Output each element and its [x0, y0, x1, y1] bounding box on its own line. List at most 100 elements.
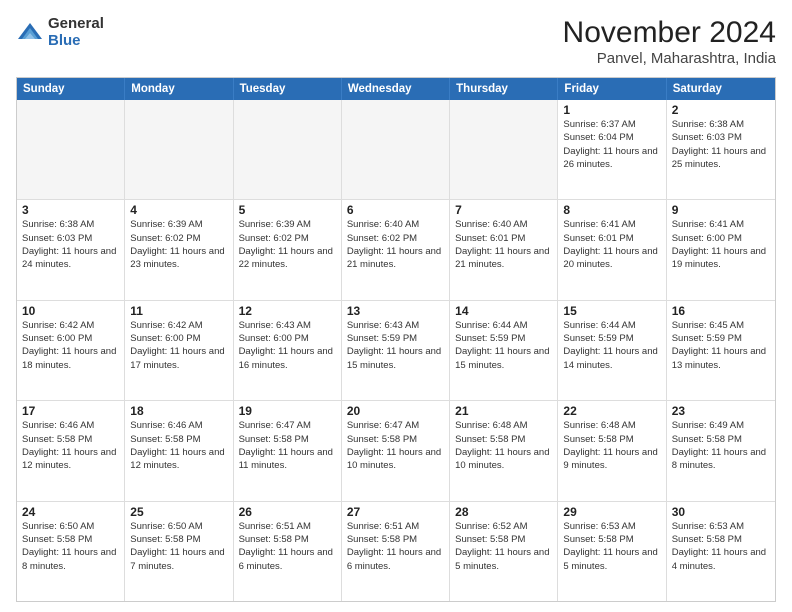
- day-info: Sunrise: 6:38 AM Sunset: 6:03 PM Dayligh…: [672, 118, 770, 171]
- logo-general-text: General: [48, 16, 104, 33]
- calendar-cell: [17, 100, 125, 199]
- title-block: November 2024 Panvel, Maharashtra, India: [563, 16, 776, 67]
- day-info: Sunrise: 6:53 AM Sunset: 5:58 PM Dayligh…: [563, 520, 660, 573]
- day-info: Sunrise: 6:49 AM Sunset: 5:58 PM Dayligh…: [672, 419, 770, 472]
- calendar-cell: 15Sunrise: 6:44 AM Sunset: 5:59 PM Dayli…: [558, 301, 666, 400]
- day-number: 23: [672, 404, 770, 418]
- day-number: 4: [130, 203, 227, 217]
- calendar-cell: [234, 100, 342, 199]
- calendar-cell: [450, 100, 558, 199]
- day-number: 3: [22, 203, 119, 217]
- subtitle: Panvel, Maharashtra, India: [563, 50, 776, 67]
- header-day-wednesday: Wednesday: [342, 78, 450, 100]
- day-info: Sunrise: 6:46 AM Sunset: 5:58 PM Dayligh…: [130, 419, 227, 472]
- calendar-cell: 29Sunrise: 6:53 AM Sunset: 5:58 PM Dayli…: [558, 502, 666, 601]
- day-info: Sunrise: 6:52 AM Sunset: 5:58 PM Dayligh…: [455, 520, 552, 573]
- calendar-row-2: 3Sunrise: 6:38 AM Sunset: 6:03 PM Daylig…: [17, 199, 775, 299]
- logo: General Blue: [16, 16, 104, 49]
- calendar-cell: 26Sunrise: 6:51 AM Sunset: 5:58 PM Dayli…: [234, 502, 342, 601]
- day-number: 30: [672, 505, 770, 519]
- day-number: 25: [130, 505, 227, 519]
- day-info: Sunrise: 6:37 AM Sunset: 6:04 PM Dayligh…: [563, 118, 660, 171]
- day-info: Sunrise: 6:50 AM Sunset: 5:58 PM Dayligh…: [130, 520, 227, 573]
- header-day-monday: Monday: [125, 78, 233, 100]
- calendar-cell: 30Sunrise: 6:53 AM Sunset: 5:58 PM Dayli…: [667, 502, 775, 601]
- calendar-cell: 2Sunrise: 6:38 AM Sunset: 6:03 PM Daylig…: [667, 100, 775, 199]
- day-number: 10: [22, 304, 119, 318]
- day-info: Sunrise: 6:39 AM Sunset: 6:02 PM Dayligh…: [130, 218, 227, 271]
- calendar-header: SundayMondayTuesdayWednesdayThursdayFrid…: [17, 78, 775, 100]
- calendar-cell: 18Sunrise: 6:46 AM Sunset: 5:58 PM Dayli…: [125, 401, 233, 500]
- calendar-cell: 11Sunrise: 6:42 AM Sunset: 6:00 PM Dayli…: [125, 301, 233, 400]
- calendar: SundayMondayTuesdayWednesdayThursdayFrid…: [16, 77, 776, 602]
- calendar-cell: 14Sunrise: 6:44 AM Sunset: 5:59 PM Dayli…: [450, 301, 558, 400]
- day-info: Sunrise: 6:50 AM Sunset: 5:58 PM Dayligh…: [22, 520, 119, 573]
- day-info: Sunrise: 6:42 AM Sunset: 6:00 PM Dayligh…: [130, 319, 227, 372]
- page: General Blue November 2024 Panvel, Mahar…: [0, 0, 792, 612]
- calendar-cell: 3Sunrise: 6:38 AM Sunset: 6:03 PM Daylig…: [17, 200, 125, 299]
- day-info: Sunrise: 6:43 AM Sunset: 5:59 PM Dayligh…: [347, 319, 444, 372]
- day-number: 26: [239, 505, 336, 519]
- calendar-row-3: 10Sunrise: 6:42 AM Sunset: 6:00 PM Dayli…: [17, 300, 775, 400]
- day-number: 20: [347, 404, 444, 418]
- day-info: Sunrise: 6:41 AM Sunset: 6:01 PM Dayligh…: [563, 218, 660, 271]
- day-info: Sunrise: 6:42 AM Sunset: 6:00 PM Dayligh…: [22, 319, 119, 372]
- day-number: 18: [130, 404, 227, 418]
- calendar-cell: 21Sunrise: 6:48 AM Sunset: 5:58 PM Dayli…: [450, 401, 558, 500]
- day-number: 1: [563, 103, 660, 117]
- day-info: Sunrise: 6:40 AM Sunset: 6:02 PM Dayligh…: [347, 218, 444, 271]
- calendar-row-5: 24Sunrise: 6:50 AM Sunset: 5:58 PM Dayli…: [17, 501, 775, 601]
- day-info: Sunrise: 6:40 AM Sunset: 6:01 PM Dayligh…: [455, 218, 552, 271]
- calendar-cell: 6Sunrise: 6:40 AM Sunset: 6:02 PM Daylig…: [342, 200, 450, 299]
- calendar-cell: 10Sunrise: 6:42 AM Sunset: 6:00 PM Dayli…: [17, 301, 125, 400]
- calendar-cell: [125, 100, 233, 199]
- day-number: 24: [22, 505, 119, 519]
- day-info: Sunrise: 6:44 AM Sunset: 5:59 PM Dayligh…: [563, 319, 660, 372]
- calendar-cell: 12Sunrise: 6:43 AM Sunset: 6:00 PM Dayli…: [234, 301, 342, 400]
- header-day-tuesday: Tuesday: [234, 78, 342, 100]
- day-number: 29: [563, 505, 660, 519]
- main-title: November 2024: [563, 16, 776, 50]
- calendar-cell: 27Sunrise: 6:51 AM Sunset: 5:58 PM Dayli…: [342, 502, 450, 601]
- header-day-friday: Friday: [558, 78, 666, 100]
- calendar-cell: 23Sunrise: 6:49 AM Sunset: 5:58 PM Dayli…: [667, 401, 775, 500]
- day-info: Sunrise: 6:47 AM Sunset: 5:58 PM Dayligh…: [347, 419, 444, 472]
- day-number: 8: [563, 203, 660, 217]
- day-info: Sunrise: 6:51 AM Sunset: 5:58 PM Dayligh…: [347, 520, 444, 573]
- day-number: 27: [347, 505, 444, 519]
- calendar-row-4: 17 Sunrise: 6:46 AM Sunset: 5:58 PM Dayli…: [17, 400, 775, 500]
- day-info: Sunrise: 6:45 AM Sunset: 5:59 PM Dayligh…: [672, 319, 770, 372]
- logo-icon: [16, 19, 44, 47]
- calendar-cell: 17Sunrise: 6:46 AM Sunset: 5:58 PM Dayli…: [17, 401, 125, 500]
- day-number: 9: [672, 203, 770, 217]
- logo-text: General Blue: [48, 16, 104, 49]
- calendar-cell: 22Sunrise: 6:48 AM Sunset: 5:58 PM Dayli…: [558, 401, 666, 500]
- calendar-cell: 25Sunrise: 6:50 AM Sunset: 5:58 PM Dayli…: [125, 502, 233, 601]
- calendar-row-1: 1Sunrise: 6:37 AM Sunset: 6:04 PM Daylig…: [17, 100, 775, 199]
- day-number: 14: [455, 304, 552, 318]
- day-number: 2: [672, 103, 770, 117]
- day-number: 6: [347, 203, 444, 217]
- day-info: Sunrise: 6:51 AM Sunset: 5:58 PM Dayligh…: [239, 520, 336, 573]
- header-day-saturday: Saturday: [667, 78, 775, 100]
- calendar-body: 1Sunrise: 6:37 AM Sunset: 6:04 PM Daylig…: [17, 100, 775, 601]
- day-info: Sunrise: 6:44 AM Sunset: 5:59 PM Dayligh…: [455, 319, 552, 372]
- header: General Blue November 2024 Panvel, Mahar…: [16, 16, 776, 67]
- day-info: Sunrise: 6:39 AM Sunset: 6:02 PM Dayligh…: [239, 218, 336, 271]
- calendar-cell: 13Sunrise: 6:43 AM Sunset: 5:59 PM Dayli…: [342, 301, 450, 400]
- day-number: 5: [239, 203, 336, 217]
- day-info: Sunrise: 6:43 AM Sunset: 6:00 PM Dayligh…: [239, 319, 336, 372]
- day-info: Sunrise: 6:41 AM Sunset: 6:00 PM Dayligh…: [672, 218, 770, 271]
- calendar-cell: 24Sunrise: 6:50 AM Sunset: 5:58 PM Dayli…: [17, 502, 125, 601]
- logo-blue-text: Blue: [48, 33, 104, 50]
- header-day-thursday: Thursday: [450, 78, 558, 100]
- day-number: 21: [455, 404, 552, 418]
- day-number: 17: [22, 404, 119, 418]
- calendar-cell: 16Sunrise: 6:45 AM Sunset: 5:59 PM Dayli…: [667, 301, 775, 400]
- day-number: 19: [239, 404, 336, 418]
- day-number: 22: [563, 404, 660, 418]
- calendar-cell: 28Sunrise: 6:52 AM Sunset: 5:58 PM Dayli…: [450, 502, 558, 601]
- day-number: 15: [563, 304, 660, 318]
- day-info: Sunrise: 6:48 AM Sunset: 5:58 PM Dayligh…: [563, 419, 660, 472]
- calendar-cell: 19Sunrise: 6:47 AM Sunset: 5:58 PM Dayli…: [234, 401, 342, 500]
